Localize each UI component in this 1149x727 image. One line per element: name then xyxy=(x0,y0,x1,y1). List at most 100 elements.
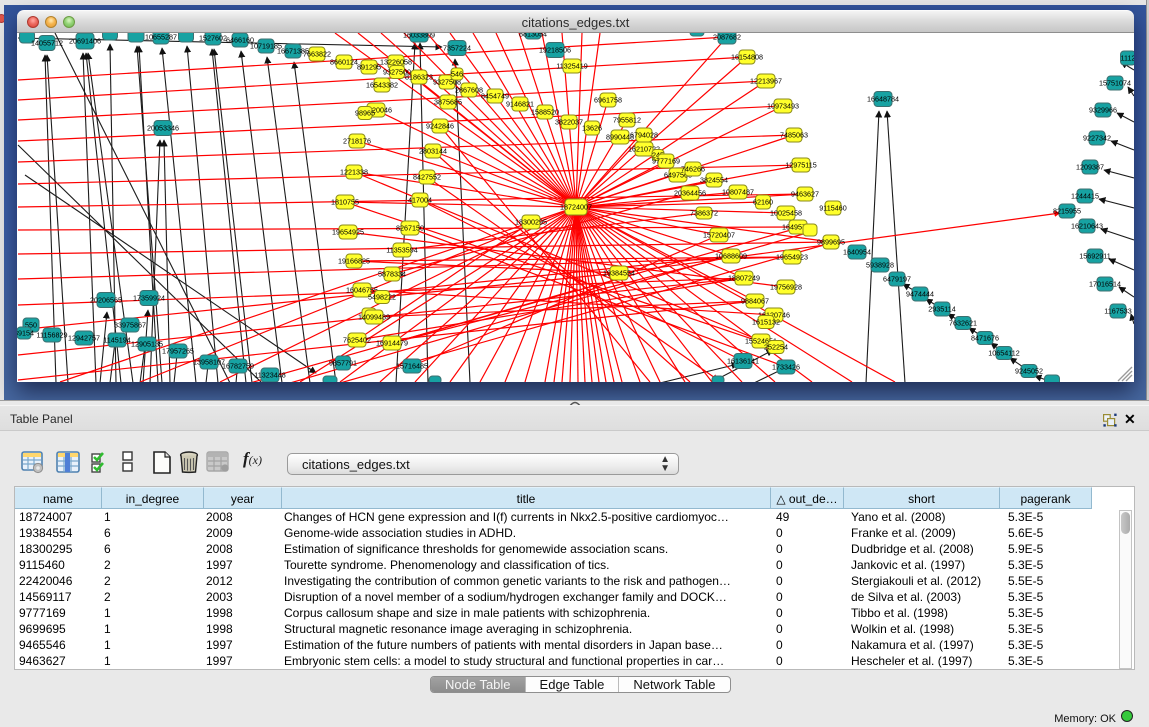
svg-text:9463627: 9463627 xyxy=(791,190,819,199)
svg-text:16648784: 16648784 xyxy=(867,95,899,104)
svg-text:20364456: 20364456 xyxy=(674,189,706,198)
svg-text:16210643: 16210643 xyxy=(1071,222,1103,231)
svg-text:9115460: 9115460 xyxy=(819,204,846,213)
svg-text:1244415: 1244415 xyxy=(1071,192,1099,201)
svg-text:7632621: 7632621 xyxy=(949,319,977,328)
svg-text:10655287: 10655287 xyxy=(145,33,177,42)
svg-text:10688609: 10688609 xyxy=(715,252,747,261)
svg-text:546: 546 xyxy=(451,70,463,79)
svg-text:9474444: 9474444 xyxy=(906,290,934,299)
svg-text:1588520: 1588520 xyxy=(531,108,559,117)
svg-text:1810755: 1810755 xyxy=(331,198,359,207)
svg-text:11353594: 11353594 xyxy=(386,246,417,255)
svg-text:7485063: 7485063 xyxy=(780,131,808,140)
svg-text:11323448: 11323448 xyxy=(254,371,285,380)
svg-text:20206565: 20206565 xyxy=(90,296,122,305)
svg-text:18807249: 18807249 xyxy=(728,274,760,283)
svg-text:746266: 746266 xyxy=(681,165,705,174)
svg-text:1221338: 1221338 xyxy=(340,168,368,177)
svg-text:13626: 13626 xyxy=(582,124,602,133)
svg-text:8471676: 8471676 xyxy=(971,334,999,343)
svg-text:17359924: 17359924 xyxy=(133,294,165,303)
svg-text:19384554: 19384554 xyxy=(603,269,635,278)
svg-text:10025458: 10025458 xyxy=(770,209,802,218)
svg-text:16136141: 16136141 xyxy=(727,357,759,366)
svg-text:1527602: 1527602 xyxy=(199,34,227,43)
svg-text:17957265: 17957265 xyxy=(162,347,194,356)
svg-text:98965: 98965 xyxy=(355,109,375,118)
svg-text:2087682: 2087682 xyxy=(713,33,741,42)
svg-text:18724007: 18724007 xyxy=(560,203,592,212)
svg-text:9245052: 9245052 xyxy=(1015,367,1043,376)
svg-text:1640954: 1640954 xyxy=(843,248,871,257)
svg-text:12942757: 12942757 xyxy=(68,334,100,343)
svg-text:9777169: 9777169 xyxy=(652,157,680,166)
svg-text:9227342: 9227342 xyxy=(1083,134,1111,143)
svg-text:2935114: 2935114 xyxy=(928,305,955,314)
svg-text:6961758: 6961758 xyxy=(594,96,622,105)
svg-text:5938928: 5938928 xyxy=(866,261,894,270)
svg-text:891295: 891295 xyxy=(357,63,381,72)
svg-text:15716485: 15716485 xyxy=(396,362,428,371)
svg-text:9884067: 9884067 xyxy=(741,297,769,306)
svg-text:8215955: 8215955 xyxy=(1053,207,1081,216)
svg-text:1167533: 1167533 xyxy=(1104,307,1131,316)
svg-text:9329966: 9329966 xyxy=(1089,106,1117,115)
svg-text:1112: 1112 xyxy=(1121,54,1134,63)
svg-text:16914479: 16914479 xyxy=(376,339,408,348)
svg-text:19654925: 19654925 xyxy=(332,228,364,237)
svg-text:11325419: 11325419 xyxy=(556,62,587,71)
svg-text:15720407: 15720407 xyxy=(703,231,735,240)
svg-text:10807487: 10807487 xyxy=(722,188,754,197)
svg-text:12213967: 12213967 xyxy=(750,77,782,86)
svg-text:39154: 39154 xyxy=(17,329,34,338)
svg-text:16782759: 16782759 xyxy=(222,362,254,371)
svg-text:10654112: 10654112 xyxy=(988,349,1019,358)
svg-text:1209387: 1209387 xyxy=(1076,163,1104,172)
svg-text:16154808: 16154808 xyxy=(731,53,763,62)
svg-text:9146821: 9146821 xyxy=(506,100,534,109)
svg-text:3824554: 3824554 xyxy=(700,176,728,185)
svg-text:6479197: 6479197 xyxy=(883,275,911,284)
svg-text:7357224: 7357224 xyxy=(443,44,471,53)
svg-text:10973493: 10973493 xyxy=(767,102,799,111)
svg-text:3822037: 3822037 xyxy=(555,118,583,127)
svg-text:2803144: 2803144 xyxy=(419,147,447,156)
svg-text:16543382: 16543382 xyxy=(366,81,398,90)
svg-text:12975115: 12975115 xyxy=(785,161,816,170)
svg-text:19654923: 19654923 xyxy=(776,253,808,262)
svg-text:8427552: 8427552 xyxy=(413,173,441,182)
svg-text:7663822: 7663822 xyxy=(303,50,331,59)
svg-text:12905135: 12905135 xyxy=(131,340,163,349)
svg-text:3875685: 3875685 xyxy=(434,98,462,107)
svg-text:417004: 417004 xyxy=(408,196,432,205)
svg-text:252254: 252254 xyxy=(764,343,788,352)
svg-text:15751074: 15751074 xyxy=(1099,79,1131,88)
svg-text:8813054: 8813054 xyxy=(519,33,547,39)
svg-text:5878334: 5878334 xyxy=(378,270,406,279)
svg-text:15692911: 15692911 xyxy=(1079,252,1110,261)
svg-text:8454749: 8454749 xyxy=(481,92,509,101)
svg-text:62160: 62160 xyxy=(753,198,773,207)
svg-text:1145194: 1145194 xyxy=(103,336,130,345)
svg-text:14099489: 14099489 xyxy=(358,313,390,322)
svg-text:13958107: 13958107 xyxy=(193,358,225,367)
svg-text:19218506: 19218506 xyxy=(539,46,571,55)
svg-text:8660124: 8660124 xyxy=(330,58,358,67)
svg-text:19756928: 19756928 xyxy=(770,283,802,292)
svg-text:9242846: 9242846 xyxy=(426,122,454,131)
svg-text:2718176: 2718176 xyxy=(343,137,371,146)
svg-text:33975867: 33975867 xyxy=(114,321,146,330)
svg-text:7625402: 7625402 xyxy=(343,336,371,345)
svg-text:6794028: 6794028 xyxy=(630,131,658,140)
svg-text:5498222: 5498222 xyxy=(368,293,396,302)
svg-text:2867608: 2867608 xyxy=(455,86,483,95)
svg-text:9857791: 9857791 xyxy=(329,359,357,368)
svg-text:19166825: 19166825 xyxy=(338,257,370,266)
svg-text:1733426: 1733426 xyxy=(772,363,800,372)
svg-text:18300295: 18300295 xyxy=(515,218,547,227)
svg-text:20691406: 20691406 xyxy=(69,37,101,46)
svg-text:20053346: 20053346 xyxy=(147,124,179,133)
svg-text:17016514: 17016514 xyxy=(1089,280,1121,289)
svg-text:7955812: 7955812 xyxy=(613,116,641,125)
